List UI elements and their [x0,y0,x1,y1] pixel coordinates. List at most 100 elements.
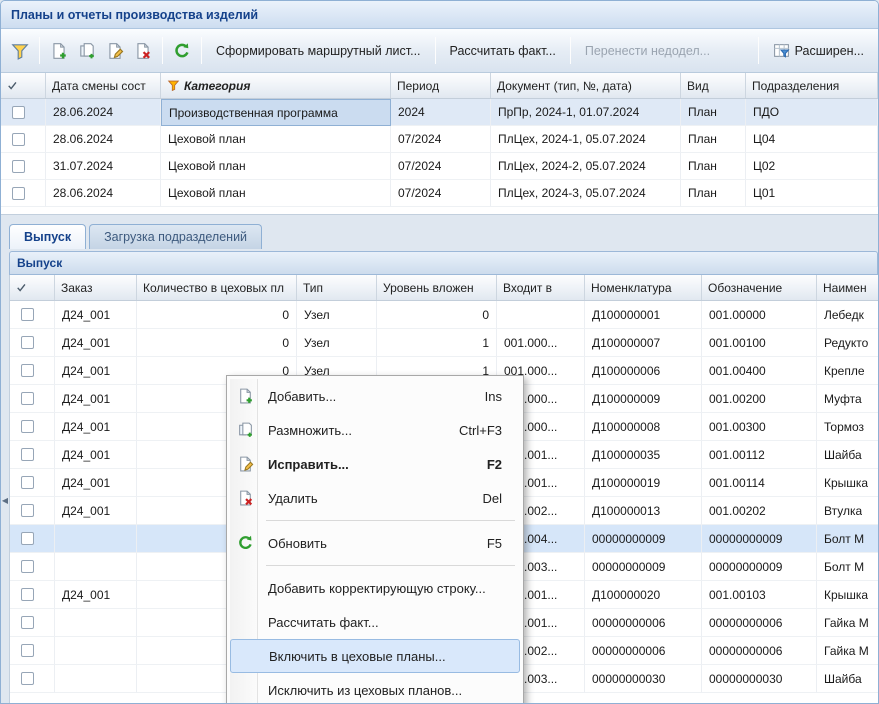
name-cell[interactable]: Гайка М [817,609,878,637]
row-checkbox[interactable] [12,187,25,200]
row-checkbox[interactable] [21,588,34,601]
period-cell[interactable]: 07/2024 [391,126,491,153]
check-cell[interactable] [10,357,55,385]
nomenclature-cell[interactable]: Д100000035 [585,441,702,469]
menu-item[interactable]: Размножить...Ctrl+F3 [230,413,520,447]
type-cell[interactable]: Узел [297,329,377,357]
row-checkbox[interactable] [21,560,34,573]
designation-cell[interactable]: 001.00000 [702,301,817,329]
name-cell[interactable]: Шайба [817,665,878,693]
document-column-header[interactable]: Документ (тип, №, дата) [491,73,681,98]
check-cell[interactable] [1,153,46,180]
nomenclature-cell[interactable]: Д100000008 [585,413,702,441]
nomenclature-cell[interactable]: Д100000007 [585,329,702,357]
category-cell[interactable]: Производственная программа [161,99,391,126]
nomenclature-cell[interactable]: Д100000020 [585,581,702,609]
check-cell[interactable] [1,180,46,207]
name-column-header[interactable]: Наимен [817,275,878,300]
designation-cell[interactable]: 00000000006 [702,637,817,665]
row-checkbox[interactable] [12,106,25,119]
quantity-cell[interactable]: 0 [137,329,297,357]
menu-item[interactable]: Добавить...Ins [230,379,520,413]
designation-column-header[interactable]: Обозначение [702,275,817,300]
row-checkbox[interactable] [21,644,34,657]
row-checkbox[interactable] [21,672,34,685]
designation-cell[interactable]: 00000000006 [702,609,817,637]
table-row[interactable]: 28.06.2024Производственная программа2024… [1,99,878,126]
check-cell[interactable] [10,469,55,497]
nomenclature-cell[interactable]: 00000000006 [585,637,702,665]
level-cell[interactable]: 1 [377,329,497,357]
kind-cell[interactable]: План [681,153,746,180]
check-cell[interactable] [10,413,55,441]
name-cell[interactable]: Муфта [817,385,878,413]
row-checkbox[interactable] [21,420,34,433]
order-cell[interactable]: Д24_001 [55,497,137,525]
menu-item[interactable]: Добавить корректирующую строку... [230,571,520,605]
order-cell[interactable] [55,609,137,637]
name-cell[interactable]: Редукто [817,329,878,357]
order-cell[interactable]: Д24_001 [55,441,137,469]
row-checkbox[interactable] [21,336,34,349]
quantity-cell[interactable]: 0 [137,301,297,329]
parent-cell[interactable]: 001.000... [497,329,585,357]
division-cell[interactable]: ПДО [746,99,878,126]
calculate-fact-button[interactable]: Рассчитать факт... [441,36,565,66]
collapse-left-panel-icon[interactable]: ◀ [1,487,9,513]
quantity-column-header[interactable]: Количество в цеховых пл [137,275,297,300]
type-column-header[interactable]: Тип [297,275,377,300]
parent-column-header[interactable]: Входит в [497,275,585,300]
tab-1[interactable]: Загрузка подразделений [89,224,262,249]
name-cell[interactable]: Тормоз [817,413,878,441]
nomenclature-cell[interactable]: Д100000009 [585,385,702,413]
date-cell[interactable]: 28.06.2024 [46,126,161,153]
row-checkbox[interactable] [21,448,34,461]
order-cell[interactable]: Д24_001 [55,581,137,609]
designation-cell[interactable]: 00000000009 [702,525,817,553]
row-checkbox[interactable] [21,392,34,405]
order-cell[interactable] [55,665,137,693]
name-cell[interactable]: Крепле [817,357,878,385]
order-cell[interactable] [55,553,137,581]
check-cell[interactable] [10,385,55,413]
check-cell[interactable] [10,609,55,637]
table-row[interactable]: Д24_0010Узел0Д100000001001.00000Лебедк [10,301,878,329]
level-column-header[interactable]: Уровень вложен [377,275,497,300]
check-cell[interactable] [10,525,55,553]
category-cell[interactable]: Цеховой план [161,126,391,153]
menu-item[interactable]: Включить в цеховые планы... [230,639,520,673]
check-cell[interactable] [1,126,46,153]
row-checkbox[interactable] [21,532,34,545]
designation-cell[interactable]: 00000000009 [702,553,817,581]
row-checkbox[interactable] [21,308,34,321]
west-splitter[interactable]: ◀ [1,215,9,704]
document-cell[interactable]: ПлЦех, 2024-1, 05.07.2024 [491,126,681,153]
division-cell[interactable]: Ц02 [746,153,878,180]
row-checkbox[interactable] [21,364,34,377]
period-cell[interactable]: 2024 [391,99,491,126]
period-cell[interactable]: 07/2024 [391,153,491,180]
designation-cell[interactable]: 001.00400 [702,357,817,385]
filter-button[interactable] [6,36,34,66]
document-cell[interactable]: ПрПр, 2024-1, 01.07.2024 [491,99,681,126]
name-cell[interactable]: Болт М [817,553,878,581]
designation-cell[interactable]: 001.00114 [702,469,817,497]
designation-cell[interactable]: 001.00200 [702,385,817,413]
order-cell[interactable] [55,525,137,553]
duplicate-button[interactable] [73,36,101,66]
check-cell[interactable] [10,329,55,357]
delete-button[interactable] [129,36,157,66]
period-cell[interactable]: 07/2024 [391,180,491,207]
check-cell[interactable] [1,99,46,126]
nomenclature-cell[interactable]: Д100000019 [585,469,702,497]
date-cell[interactable]: 28.06.2024 [46,99,161,126]
name-cell[interactable]: Крышка [817,469,878,497]
name-cell[interactable]: Гайка М [817,637,878,665]
designation-cell[interactable]: 001.00202 [702,497,817,525]
row-checkbox[interactable] [21,504,34,517]
type-cell[interactable]: Узел [297,301,377,329]
menu-item[interactable]: Исключить из цеховых планов... [230,673,520,704]
kind-column-header[interactable]: Вид [681,73,746,98]
date-cell[interactable]: 28.06.2024 [46,180,161,207]
check-cell[interactable] [10,301,55,329]
